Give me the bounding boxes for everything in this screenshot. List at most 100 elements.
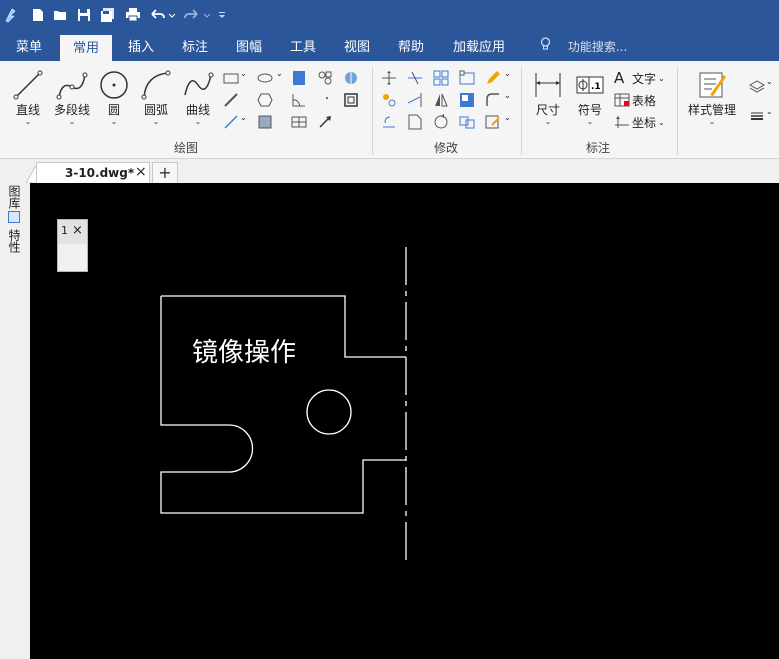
join-icon[interactable] xyxy=(458,113,476,131)
open-file-icon[interactable] xyxy=(52,7,68,23)
floating-palette[interactable]: 1 × xyxy=(57,219,88,272)
tab-properties-label: 特性 xyxy=(7,228,21,253)
copy-icon[interactable] xyxy=(380,91,398,109)
text-tool-label: 文字 xyxy=(632,71,657,86)
dimension-icon xyxy=(535,73,561,97)
function-search[interactable]: 功能搜索... xyxy=(540,30,627,61)
close-icon[interactable]: × xyxy=(72,223,83,238)
menu-item-annotate[interactable]: 标注 xyxy=(172,30,218,61)
symbol-tool-button[interactable]: .1 符号 ⌄ xyxy=(570,65,610,126)
close-tab-icon[interactable]: × xyxy=(135,164,147,180)
menu-item-addons[interactable]: 加载应用 xyxy=(446,30,512,61)
point-icon[interactable]: · xyxy=(318,91,336,109)
chevron-down-icon[interactable]: ⌄ xyxy=(504,69,512,87)
rectangle-icon[interactable] xyxy=(222,69,240,87)
region-icon[interactable] xyxy=(342,69,360,87)
block-icon[interactable] xyxy=(316,69,334,87)
ellipse-icon[interactable] xyxy=(256,69,274,87)
menu-item-home[interactable]: 常用 xyxy=(60,35,112,61)
part-outline[interactable] xyxy=(160,295,406,514)
new-tab-button[interactable]: + xyxy=(152,162,178,183)
chevron-down-icon[interactable]: ⌄ xyxy=(240,113,248,131)
linetype-icon[interactable] xyxy=(748,107,766,125)
stretch-icon[interactable] xyxy=(458,91,476,109)
hatch-icon[interactable] xyxy=(290,69,308,87)
line-icon xyxy=(13,70,43,100)
circle-tool-button[interactable]: 圆 ⌄ xyxy=(94,65,134,126)
hole-circle[interactable] xyxy=(306,389,352,435)
tab-document[interactable]: 3-10.dwg* × xyxy=(36,162,150,183)
explode-icon[interactable] xyxy=(406,113,424,131)
fillet-icon[interactable] xyxy=(484,91,502,109)
save-all-icon[interactable] xyxy=(99,7,115,23)
menu-item-insert[interactable]: 插入 xyxy=(118,30,164,61)
print-icon[interactable] xyxy=(124,7,142,23)
table-draw-icon[interactable] xyxy=(290,113,308,131)
boundary-icon[interactable] xyxy=(342,91,360,109)
move-icon[interactable] xyxy=(380,69,398,87)
mirror-icon[interactable] xyxy=(432,91,450,109)
menu-item-sheet[interactable]: 图幅 xyxy=(226,30,272,61)
pencil-edit-icon[interactable] xyxy=(484,69,502,87)
revision-cloud-icon[interactable] xyxy=(290,91,308,109)
rotate-icon[interactable] xyxy=(432,113,450,131)
arc-icon xyxy=(141,70,171,100)
save-icon[interactable] xyxy=(76,7,92,23)
curve-tool-button[interactable]: 曲线 ⌄ xyxy=(178,65,218,126)
chevron-down-icon: ⌄ xyxy=(708,117,716,126)
chevron-down-icon[interactable]: ⌄ xyxy=(504,91,512,109)
menu-bar: 菜单 常用 插入 标注 图幅 工具 视图 帮助 加载应用 功能搜索... xyxy=(0,30,779,61)
drawing-canvas[interactable]: 镜像操作 xyxy=(30,183,779,659)
chevron-down-icon[interactable]: ⌄ xyxy=(766,77,774,95)
dimension-tool-button[interactable]: 尺寸 ⌄ xyxy=(528,65,568,126)
chevron-down-icon[interactable]: ⌄ xyxy=(504,113,512,131)
app-logo-icon[interactable] xyxy=(2,7,20,23)
scale-icon[interactable] xyxy=(458,69,476,87)
extend-icon[interactable] xyxy=(406,91,424,109)
coordinate-icon xyxy=(615,116,629,128)
wipeout-icon[interactable] xyxy=(256,113,274,131)
menu-item-menu[interactable]: 菜单 xyxy=(4,30,54,61)
table-icon xyxy=(614,93,630,107)
redo-icon[interactable] xyxy=(182,7,212,23)
array-icon[interactable] xyxy=(432,69,450,87)
curve-tool-label: 曲线 xyxy=(185,103,210,117)
trim-icon[interactable] xyxy=(406,69,424,87)
polygon-icon[interactable] xyxy=(256,91,274,109)
draw-group-label: 绘图 xyxy=(174,141,199,155)
chevron-down-icon[interactable]: ⌄ xyxy=(276,69,284,87)
chevron-down-icon: ⌄ xyxy=(68,117,76,126)
line-tool-button[interactable]: 直线 ⌄ xyxy=(8,65,48,126)
new-file-icon[interactable] xyxy=(30,7,46,23)
arc-tool-button[interactable]: 圆弧 ⌄ xyxy=(136,65,176,126)
menu-item-view[interactable]: 视图 xyxy=(334,30,380,61)
chevron-down-icon[interactable]: ⌄ xyxy=(240,69,248,87)
construction-line-icon[interactable] xyxy=(222,91,240,109)
chevron-down-icon[interactable]: ⌄ xyxy=(766,107,774,125)
layer-icon[interactable] xyxy=(748,77,766,95)
table-tool-button[interactable]: 表格 xyxy=(614,91,656,109)
menu-item-tools[interactable]: 工具 xyxy=(280,30,326,61)
annotate-group-label: 标注 xyxy=(586,141,611,155)
table-tool-label: 表格 xyxy=(632,93,657,108)
menu-item-help[interactable]: 帮助 xyxy=(388,30,434,61)
coordinate-tool-button[interactable]: 坐标 ⌄ xyxy=(614,113,665,131)
symbol-icon: .1 xyxy=(576,76,604,94)
customize-icon[interactable] xyxy=(216,7,228,23)
polyline-tool-button[interactable]: 多段线 ⌄ xyxy=(50,65,94,126)
undo-icon[interactable] xyxy=(148,7,176,23)
tab-properties[interactable]: 特性 xyxy=(7,211,23,253)
modify-group-label: 修改 xyxy=(434,141,459,155)
ray-icon[interactable] xyxy=(222,113,240,131)
title-bar xyxy=(0,0,779,30)
search-placeholder: 功能搜索... xyxy=(567,40,628,54)
dimension-tool-label: 尺寸 xyxy=(535,103,560,117)
properties-edit-icon[interactable] xyxy=(484,113,502,131)
style-manager-button[interactable]: 样式管理 ⌄ xyxy=(684,65,740,126)
offset-icon[interactable] xyxy=(380,113,398,131)
text-tool-button[interactable]: A 文字 ⌄ xyxy=(614,69,665,87)
polyline-tool-label: 多段线 xyxy=(53,103,90,117)
leader-arrow-icon[interactable] xyxy=(316,113,334,131)
text-icon: A xyxy=(614,69,625,87)
curve-icon xyxy=(184,72,214,96)
